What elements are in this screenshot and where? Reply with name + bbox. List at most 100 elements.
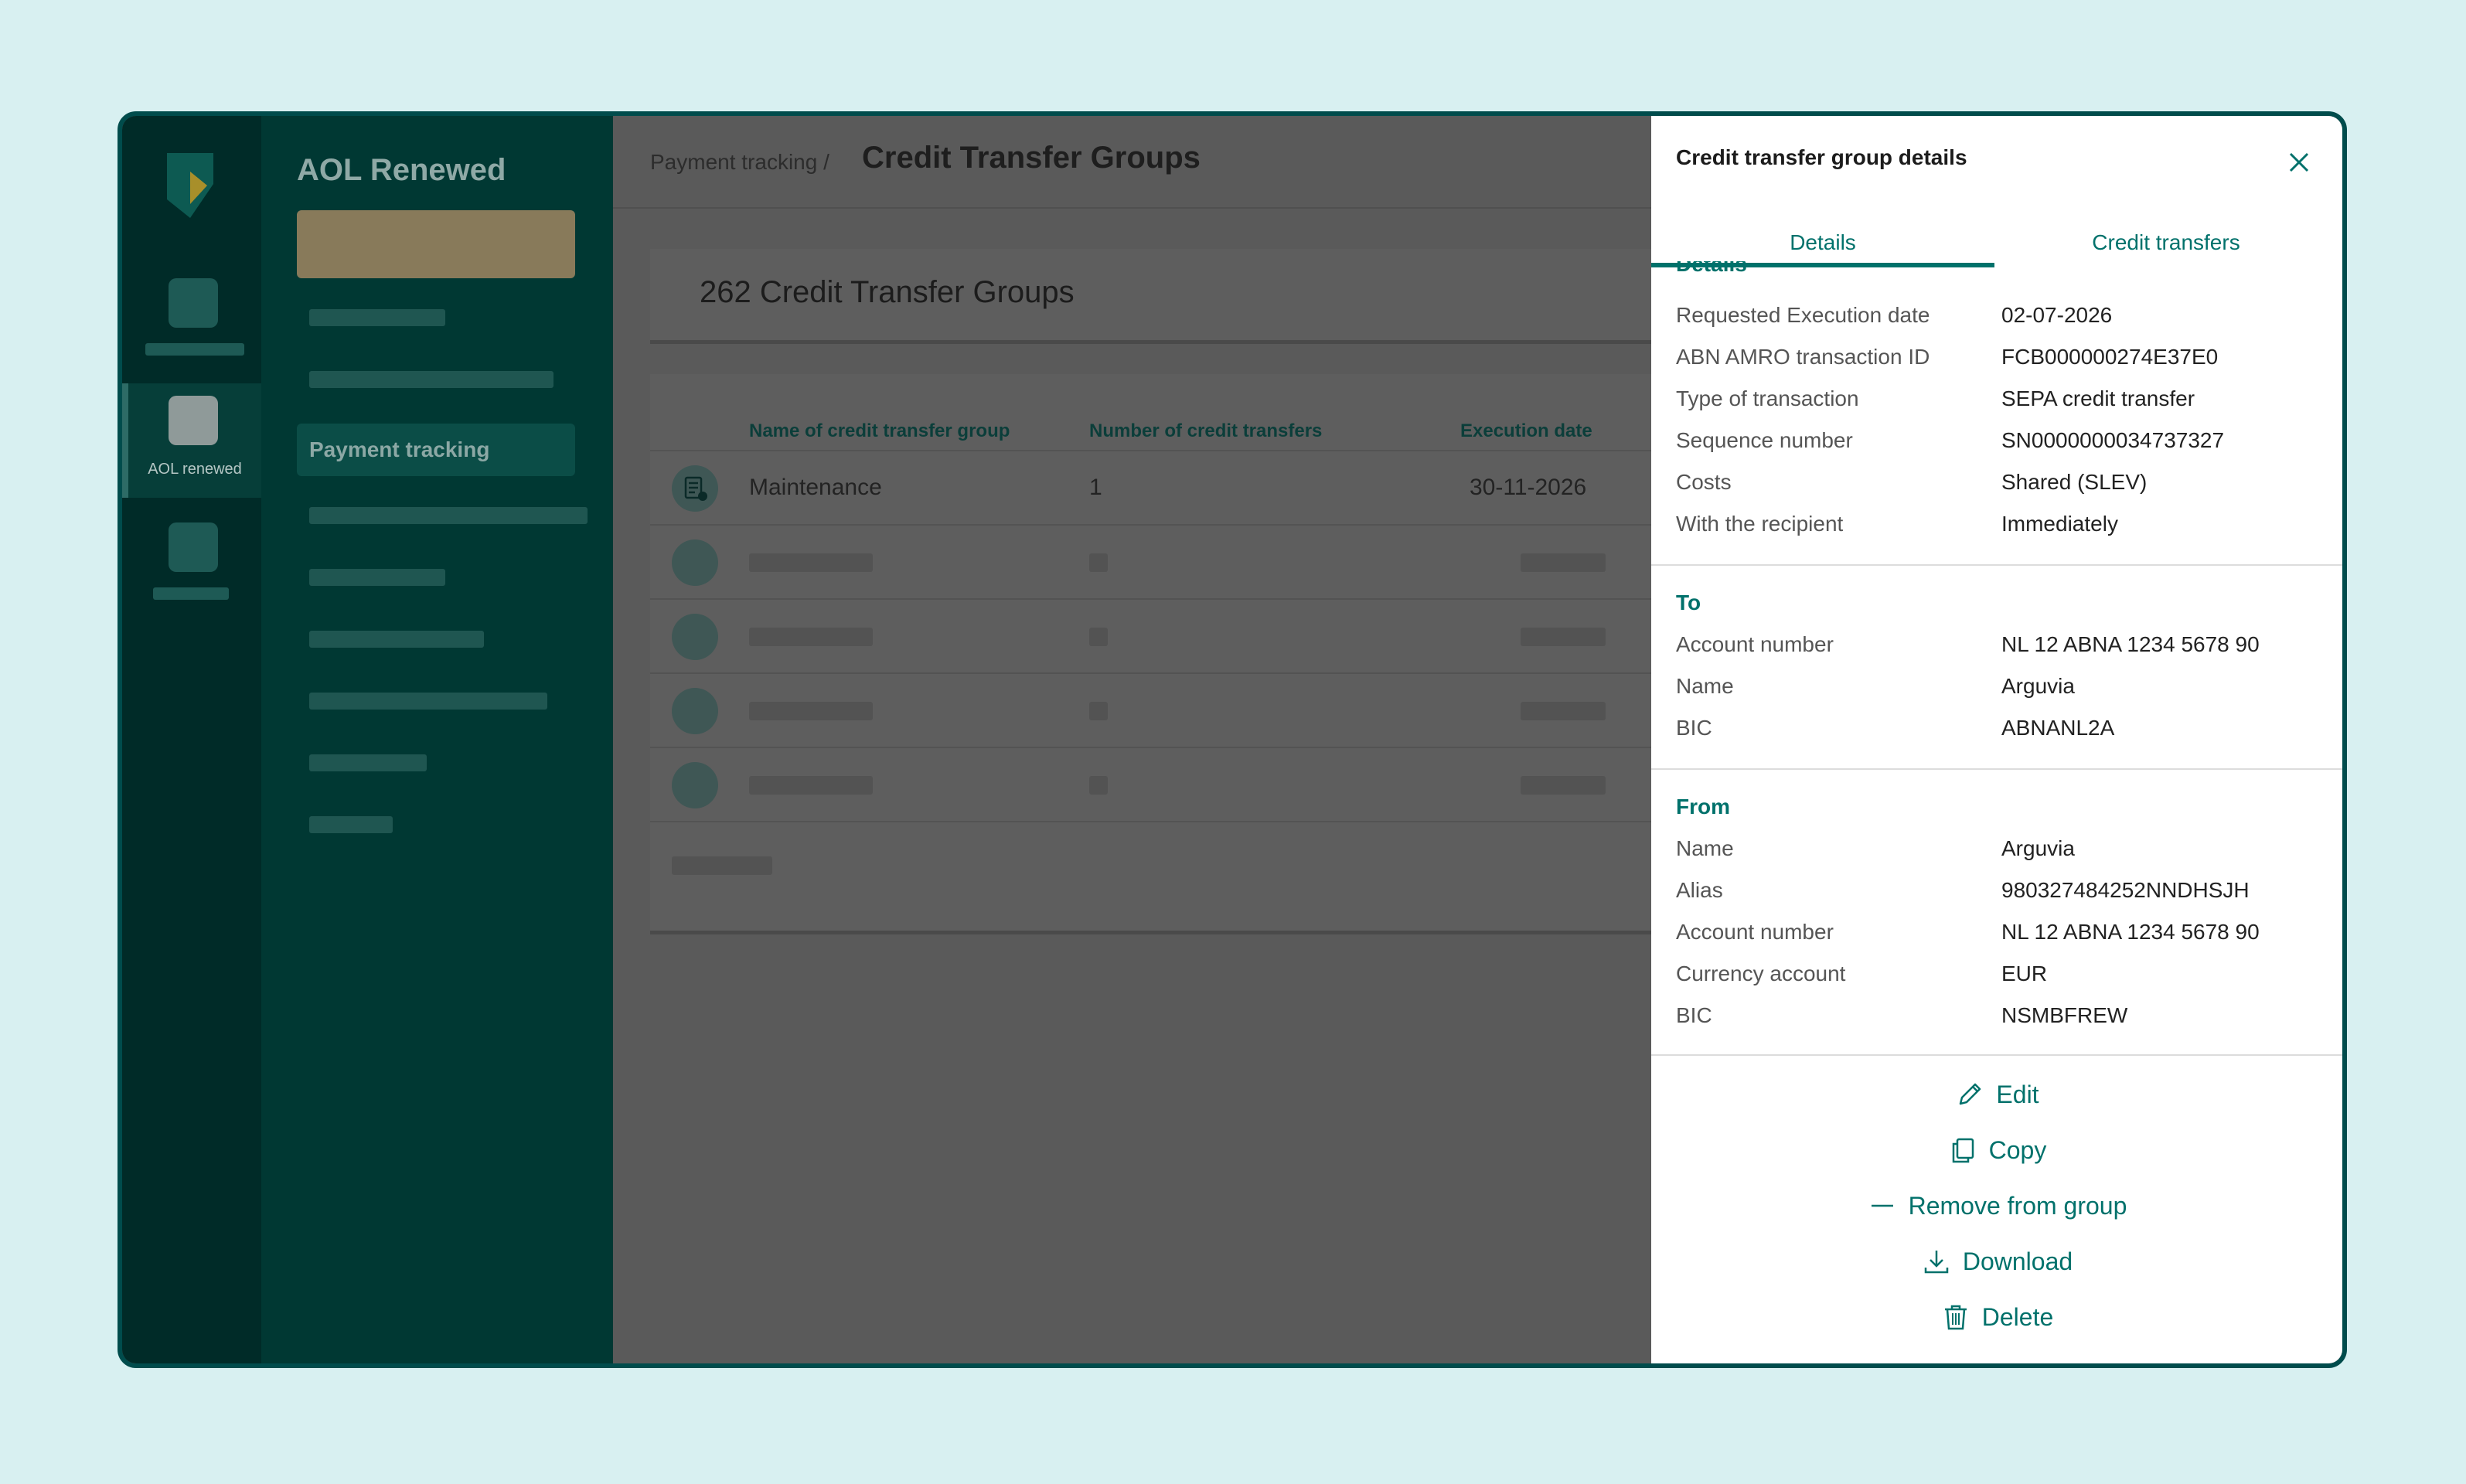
- detail-value: 02-07-2026: [2001, 303, 2113, 327]
- column-header-count[interactable]: Number of credit transfers: [1089, 420, 1322, 442]
- pagination-placeholder[interactable]: [672, 856, 772, 875]
- download-label: Download: [1962, 1247, 2073, 1275]
- detail-row: Account number NL 12 ABNA 1234 5678 90: [1676, 920, 2318, 962]
- cell-placeholder: [1521, 776, 1606, 795]
- table-row-placeholder[interactable]: [650, 524, 1732, 600]
- detail-value: FCB000000274E37E0: [2001, 345, 2219, 369]
- row-count: 1: [1089, 475, 1102, 500]
- bank-logo-icon: [167, 153, 213, 218]
- copy-icon: [1952, 1138, 1974, 1163]
- detail-label: BIC: [1676, 1003, 1712, 1027]
- cell-placeholder: [749, 776, 873, 795]
- sidebar-primary-button-placeholder[interactable]: [297, 210, 575, 278]
- cell-placeholder: [749, 553, 873, 572]
- detail-label: Costs: [1676, 470, 1732, 494]
- cell-placeholder: [1521, 702, 1606, 720]
- detail-row: Type of transaction SEPA credit transfer: [1676, 386, 2318, 428]
- detail-row: Costs Shared (SLEV): [1676, 470, 2318, 512]
- download-button[interactable]: Download: [1651, 1246, 2342, 1292]
- detail-row: Account number NL 12 ABNA 1234 5678 90: [1676, 632, 2318, 674]
- column-header-name[interactable]: Name of credit transfer group: [749, 420, 1010, 442]
- row-name: Maintenance: [749, 475, 882, 500]
- section-heading-details: Details: [1676, 261, 1747, 276]
- sidebar-item-placeholder[interactable]: [309, 631, 484, 648]
- edit-button[interactable]: Edit: [1651, 1079, 2342, 1125]
- drawer-tabs: Details Credit transfers: [1651, 218, 2342, 267]
- detail-row: Name Arguvia: [1676, 836, 2318, 878]
- row-date: 30-11-2026: [1470, 475, 1587, 500]
- page-title: Credit Transfer Groups: [862, 141, 1201, 175]
- rail-item-aol-renewed[interactable]: AOL renewed: [122, 383, 261, 498]
- detail-row: BIC NSMBFREW: [1676, 1003, 2318, 1045]
- sidebar-item-placeholder[interactable]: [309, 754, 427, 771]
- pencil-icon: [1960, 1083, 1981, 1105]
- transfer-group-icon: [672, 465, 718, 512]
- aol-renewed-icon: [169, 396, 218, 445]
- detail-label: With the recipient: [1676, 512, 1844, 536]
- section-heading-from: From: [1676, 795, 1730, 819]
- sidebar-item-placeholder[interactable]: [309, 693, 547, 710]
- column-header-date[interactable]: Execution date: [1460, 420, 1592, 442]
- detail-value: SEPA credit transfer: [2001, 386, 2195, 410]
- sidebar-item-placeholder[interactable]: [309, 569, 445, 586]
- table-row[interactable]: Maintenance 1 30-11-2026: [650, 450, 1732, 526]
- detail-value: Arguvia: [2001, 836, 2075, 860]
- detail-value: EUR: [2001, 962, 2048, 985]
- sidebar-item-placeholder[interactable]: [309, 309, 445, 326]
- details-drawer: Credit transfer group details Details Cr…: [1651, 116, 2342, 1363]
- cell-placeholder: [749, 702, 873, 720]
- sidebar-item-placeholder[interactable]: [309, 507, 588, 524]
- section-divider: [1651, 1054, 2342, 1056]
- detail-row: Sequence number SN0000000034737327: [1676, 428, 2318, 470]
- detail-value: Arguvia: [2001, 674, 2075, 698]
- copy-button[interactable]: Copy: [1651, 1135, 2342, 1181]
- detail-value: Immediately: [2001, 512, 2118, 536]
- rail-nav-label-placeholder: [153, 587, 229, 600]
- breadcrumb[interactable]: Payment tracking /: [650, 150, 829, 175]
- sidebar: AOL Renewed Payment tracking: [261, 116, 613, 1363]
- sidebar-item-label: Payment tracking: [309, 437, 490, 461]
- copy-label: Copy: [1988, 1135, 2047, 1164]
- sidebar-app-title: AOL Renewed: [297, 153, 506, 187]
- section-heading-to: To: [1676, 591, 1701, 614]
- detail-label: Account number: [1676, 632, 1834, 656]
- detail-label: Account number: [1676, 920, 1834, 944]
- close-icon[interactable]: [2287, 150, 2311, 175]
- row-icon-placeholder: [672, 762, 718, 808]
- rail-nav-icon[interactable]: [169, 278, 218, 328]
- delete-button[interactable]: Delete: [1651, 1302, 2342, 1348]
- detail-row: ABN AMRO transaction ID FCB000000274E37E…: [1676, 345, 2318, 386]
- section-divider: [1651, 768, 2342, 770]
- rail-item-label: AOL renewed: [148, 461, 242, 478]
- sidebar-item-placeholder[interactable]: [309, 371, 553, 388]
- detail-label: Name: [1676, 836, 1734, 860]
- sidebar-item-placeholder[interactable]: [309, 816, 393, 833]
- cell-placeholder: [1089, 702, 1108, 720]
- detail-label: BIC: [1676, 716, 1712, 740]
- summary-count: 262 Credit Transfer Groups: [700, 275, 1075, 309]
- detail-value: ABNANL2A: [2001, 716, 2115, 740]
- table-row-placeholder[interactable]: [650, 598, 1732, 674]
- remove-from-group-label: Remove from group: [1908, 1191, 2127, 1220]
- remove-from-group-button[interactable]: Remove from group: [1651, 1190, 2342, 1237]
- detail-row: Name Arguvia: [1676, 674, 2318, 716]
- table-row-placeholder[interactable]: [650, 747, 1732, 822]
- rail-nav-icon[interactable]: [169, 522, 218, 572]
- minus-icon: [1871, 1204, 1893, 1207]
- row-icon-placeholder: [672, 539, 718, 586]
- detail-value: NL 12 ABNA 1234 5678 90: [2001, 632, 2260, 656]
- edit-label: Edit: [1996, 1080, 2039, 1108]
- tab-credit-transfers[interactable]: Credit transfers: [1994, 218, 2338, 267]
- cell-placeholder: [1089, 776, 1108, 795]
- table-row-placeholder[interactable]: [650, 672, 1732, 748]
- groups-table: Name of credit transfer group Number of …: [650, 374, 1732, 934]
- detail-value: Shared (SLEV): [2001, 470, 2148, 494]
- tab-details[interactable]: Details: [1651, 218, 1994, 267]
- cell-placeholder: [1521, 553, 1606, 572]
- sidebar-item-payment-tracking[interactable]: Payment tracking: [297, 424, 575, 476]
- cell-placeholder: [1089, 553, 1108, 572]
- detail-row: BIC ABNANL2A: [1676, 716, 2318, 757]
- download-icon: [1924, 1251, 1949, 1274]
- delete-label: Delete: [1981, 1302, 2054, 1331]
- detail-row: Currency account EUR: [1676, 962, 2318, 1003]
